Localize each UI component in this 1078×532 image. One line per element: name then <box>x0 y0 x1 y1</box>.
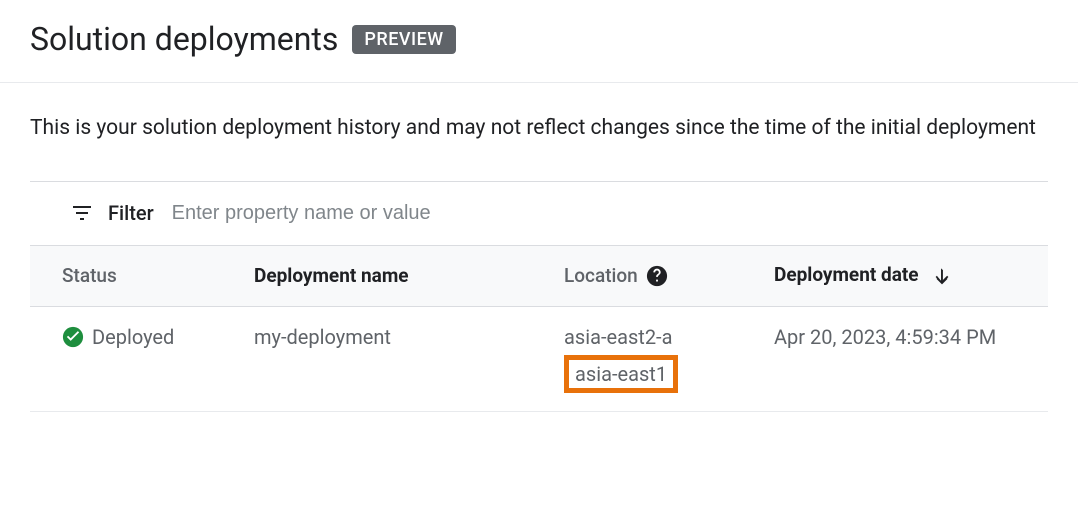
page-description: This is your solution deployment history… <box>30 113 1048 145</box>
filter-input[interactable] <box>168 198 1036 229</box>
deployments-table: Status Deployment name Location <box>30 245 1048 412</box>
page-header: Solution deployments PREVIEW <box>0 0 1078 83</box>
column-header-location[interactable]: Location <box>550 245 760 306</box>
location-value-highlighted: asia-east1 <box>564 355 678 393</box>
column-header-location-label: Location <box>564 264 638 287</box>
filter-bar: Filter <box>30 182 1048 245</box>
help-icon[interactable] <box>646 265 668 287</box>
column-header-deployment-date[interactable]: Deployment date <box>760 245 1048 306</box>
deployment-date-cell: Apr 20, 2023, 4:59:34 PM <box>760 306 1048 411</box>
sort-descending-icon <box>931 262 953 290</box>
table-row[interactable]: Deployed my-deployment asia-east2-a asia… <box>30 306 1048 411</box>
status-text: Deployed <box>92 325 174 349</box>
status-deployed-icon <box>62 326 84 348</box>
column-header-status[interactable]: Status <box>30 245 240 306</box>
filter-label: Filter <box>108 201 154 225</box>
column-header-deployment-date-label: Deployment date <box>774 263 919 286</box>
preview-badge: PREVIEW <box>352 25 455 54</box>
location-value: asia-east2-a <box>564 325 746 349</box>
deployment-name-cell: my-deployment <box>240 306 550 411</box>
column-header-deployment-name[interactable]: Deployment name <box>240 245 550 306</box>
page-title: Solution deployments <box>30 20 338 58</box>
filter-icon <box>70 201 94 225</box>
location-cell: asia-east2-a asia-east1 <box>550 306 760 411</box>
